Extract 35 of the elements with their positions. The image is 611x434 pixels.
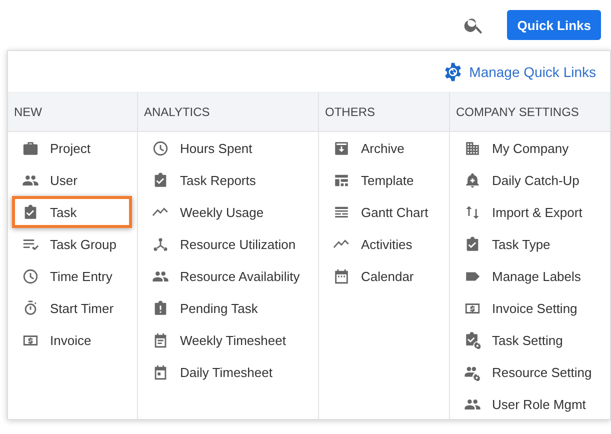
quick-link-item[interactable]: Pending Task <box>146 292 314 324</box>
quick-link-item[interactable]: Archive <box>327 132 445 164</box>
quick-link-item[interactable]: Weekly Usage <box>146 196 314 228</box>
quick-link-item[interactable]: Daily Timesheet <box>146 356 314 388</box>
quick-link-item[interactable]: Project <box>16 132 133 164</box>
quick-link-item[interactable]: Task <box>12 196 132 228</box>
quick-link-item[interactable]: Task Setting <box>458 324 606 356</box>
quick-link-item[interactable]: Manage Labels <box>458 260 606 292</box>
column-heading: NEW <box>14 105 42 119</box>
manage-quick-links-link[interactable]: Manage Quick Links <box>443 62 596 82</box>
quick-link-item[interactable]: Resource Setting <box>458 356 606 388</box>
quick-link-item[interactable]: Invoice <box>16 324 133 356</box>
quick-link-item[interactable]: Hours Spent <box>146 132 314 164</box>
quick-link-item[interactable]: Resource Availability <box>146 260 314 292</box>
quick-link-item[interactable]: Activities <box>327 228 445 260</box>
quick-link-item[interactable]: User Role Mgmt <box>458 388 606 420</box>
quick-link-item[interactable]: Task Reports <box>146 164 314 196</box>
column-heading: COMPANY SETTINGS <box>456 105 579 119</box>
quick-link-item[interactable]: User <box>16 164 133 196</box>
column-heading: OTHERS <box>325 105 376 119</box>
quick-link-item[interactable]: Task Type <box>458 228 606 260</box>
quick-link-item[interactable]: Gantt Chart <box>327 196 445 228</box>
quick-links-button[interactable]: Quick Links <box>507 10 601 40</box>
quick-link-item[interactable]: Task Group <box>16 228 133 260</box>
column-heading: ANALYTICS <box>144 105 210 119</box>
quick-link-item[interactable]: Import & Export <box>458 196 606 228</box>
quick-link-item[interactable]: Resource Utilization <box>146 228 314 260</box>
quick-link-item[interactable]: Template <box>327 164 445 196</box>
quick-link-item[interactable]: Start Timer <box>16 292 133 324</box>
quick-link-item[interactable]: Time Entry <box>16 260 133 292</box>
quick-link-item[interactable]: Weekly Timesheet <box>146 324 314 356</box>
quick-link-item[interactable]: Calendar <box>327 260 445 292</box>
quick-link-item[interactable]: Daily Catch-Up <box>458 164 606 196</box>
quick-link-item[interactable]: My Company <box>458 132 606 164</box>
quick-link-item[interactable]: Invoice Setting <box>458 292 606 324</box>
